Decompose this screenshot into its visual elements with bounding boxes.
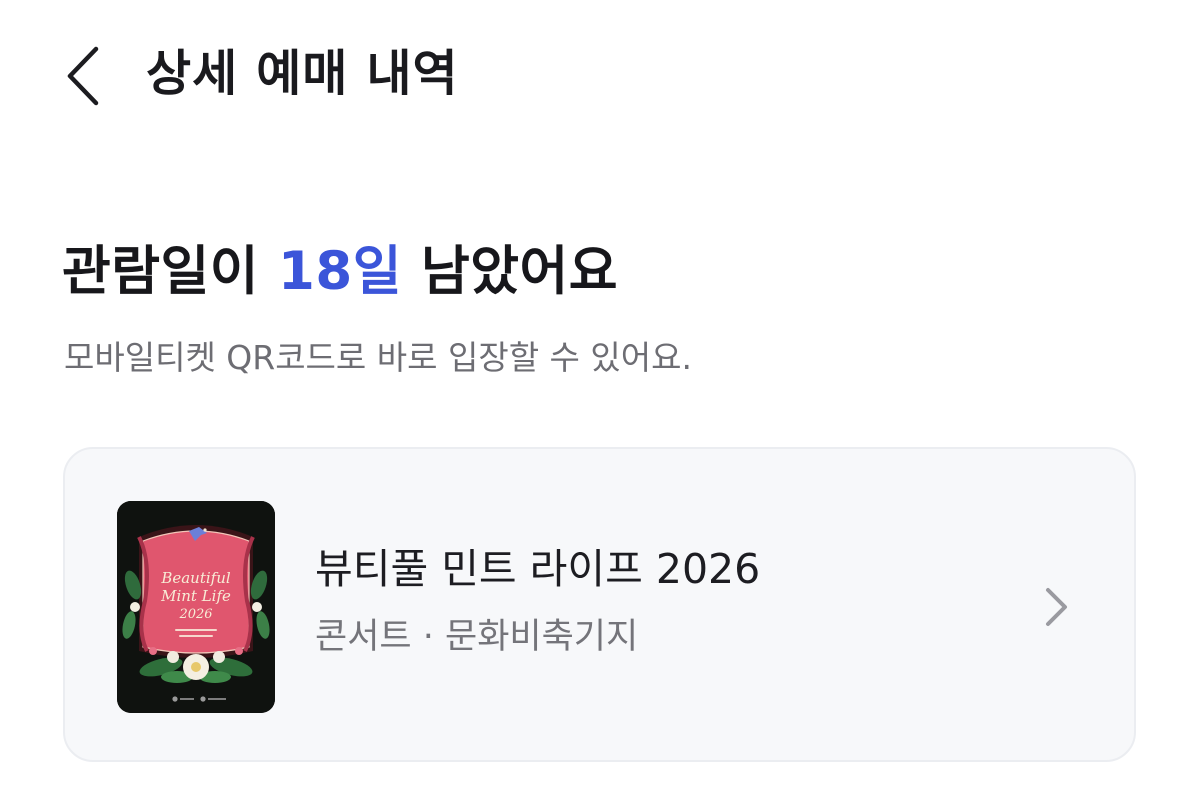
qr-entry-notice: 모바일티켓 QR코드로 바로 입장할 수 있어요. xyxy=(64,338,692,377)
days-remaining-headline: 관람일이 18일 남았어요 xyxy=(62,232,618,312)
poster-title-line1: Beautiful xyxy=(160,569,231,587)
headline-suffix: 남았어요 xyxy=(402,241,619,302)
event-meta: 콘서트 · 문화비축기지 xyxy=(315,609,638,665)
headline-prefix: 관람일이 xyxy=(62,241,278,302)
meta-separator: · xyxy=(411,617,445,657)
ticket-card[interactable]: Beautiful Mint Life 2026 뷰티풀 민트 라이프 2026… xyxy=(63,447,1136,762)
chevron-left-icon xyxy=(67,46,99,106)
event-poster: Beautiful Mint Life 2026 xyxy=(117,501,275,713)
event-title: 뷰티풀 민트 라이프 2026 xyxy=(315,545,761,593)
days-left-count: 18일 xyxy=(278,241,403,302)
event-venue: 문화비축기지 xyxy=(445,617,639,657)
ticket-detail-chevron[interactable] xyxy=(1043,585,1071,629)
poster-image: Beautiful Mint Life 2026 xyxy=(117,501,275,713)
page-title: 상세 예매 내역 xyxy=(146,45,459,102)
booking-detail-screen: 상세 예매 내역 관람일이 18일 남았어요 모바일티켓 QR코드로 바로 입장… xyxy=(0,0,1200,807)
chevron-right-icon xyxy=(1046,588,1067,626)
poster-title-line3: 2026 xyxy=(178,607,212,622)
back-button[interactable] xyxy=(52,40,112,112)
event-category: 콘서트 xyxy=(315,617,412,657)
header: 상세 예매 내역 xyxy=(0,0,1200,150)
poster-title-line2: Mint Life xyxy=(160,587,231,605)
